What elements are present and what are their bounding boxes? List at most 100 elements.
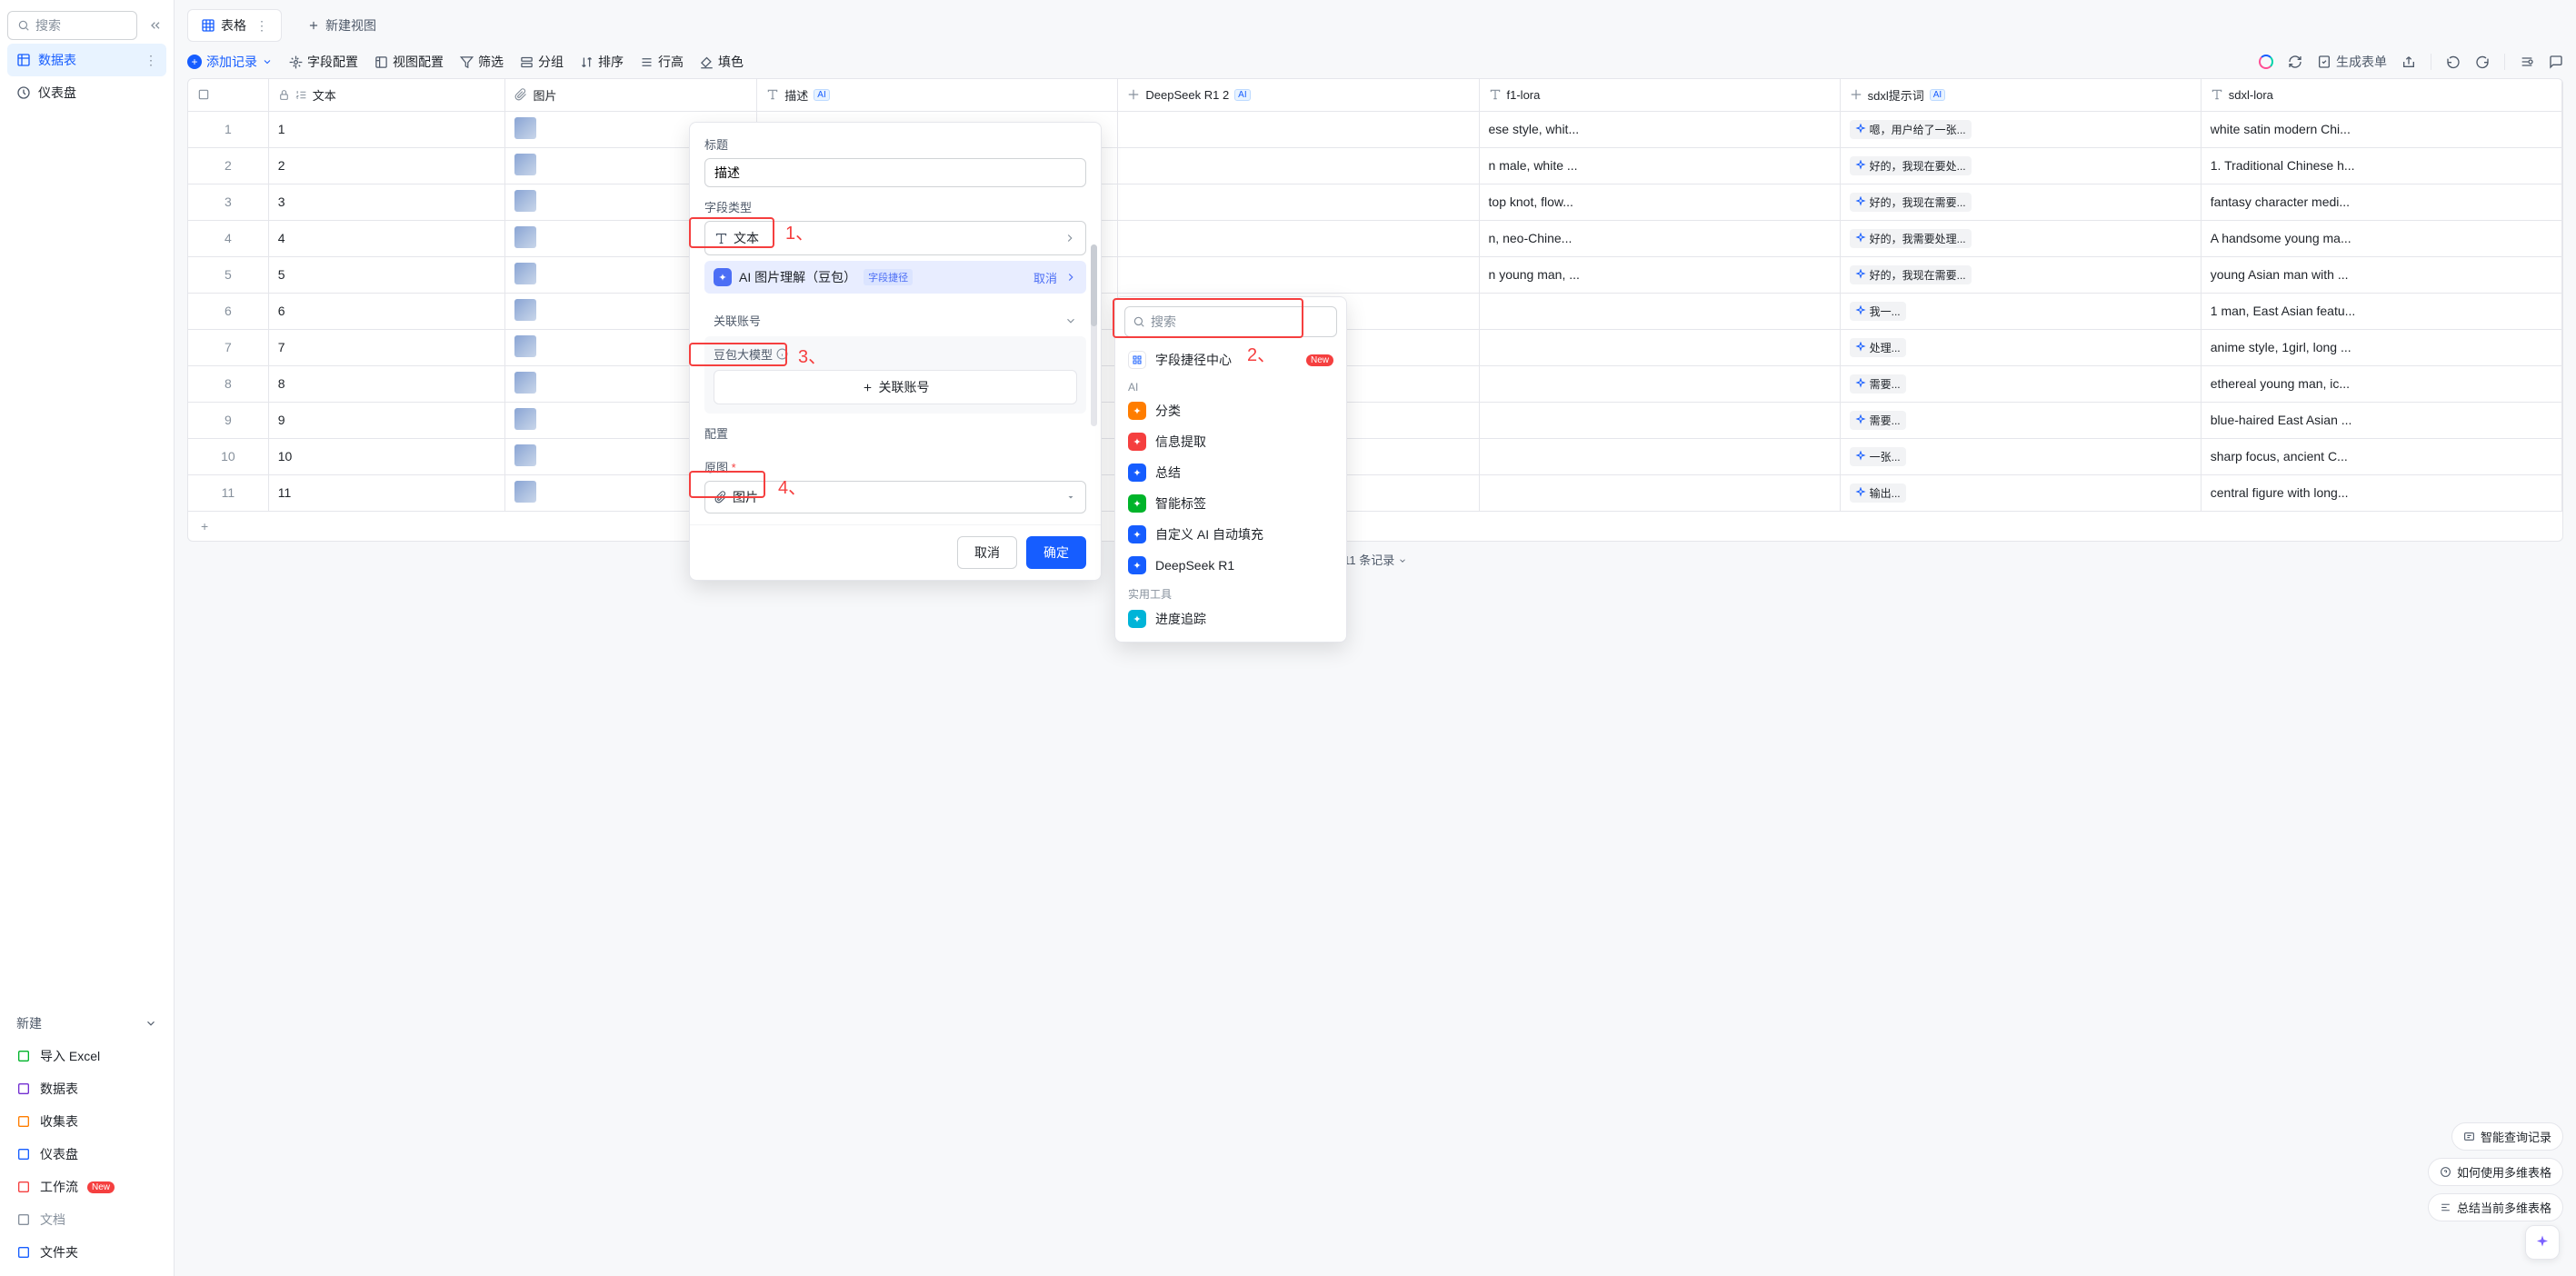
thumbnail[interactable] — [514, 299, 536, 321]
table-row[interactable]: 9 9 需要... blue-haired East Asian ... — [188, 402, 2562, 438]
plus-circle-icon: + — [187, 55, 202, 69]
table-row[interactable]: 7 7 处理... anime style, 1girl, long ... — [188, 329, 2562, 365]
column-description[interactable]: 描述AI — [757, 79, 1118, 111]
scrollbar[interactable] — [1091, 244, 1097, 426]
new-section-header[interactable]: 新建 — [7, 1007, 166, 1040]
table-row[interactable]: 5 5 n young man, ... 好的，我现在需要... young A… — [188, 256, 2562, 293]
table-row[interactable]: 10 10 一张... sharp focus, ancient C... — [188, 438, 2562, 474]
sidebar-search[interactable]: 搜索 — [7, 11, 137, 40]
search-icon — [1133, 315, 1145, 328]
add-row-button[interactable]: + — [188, 512, 2562, 541]
plus-icon — [862, 382, 874, 394]
group-button[interactable]: 分组 — [520, 53, 564, 71]
new-item[interactable]: 收集表 — [7, 1105, 166, 1138]
new-item[interactable]: 文件夹 — [7, 1236, 166, 1269]
redo-icon[interactable] — [2475, 55, 2490, 69]
select-all-checkbox[interactable] — [188, 79, 268, 111]
nav-data-table[interactable]: 数据表 ⋮ — [7, 44, 166, 76]
new-item[interactable]: 文档 — [7, 1203, 166, 1236]
nav-dashboard[interactable]: 仪表盘 — [7, 76, 166, 109]
view-config-button[interactable]: 视图配置 — [374, 53, 444, 71]
title-input[interactable] — [704, 158, 1086, 187]
tab-table[interactable]: 表格 ⋮ — [187, 9, 282, 42]
sort-button[interactable]: 排序 — [580, 53, 624, 71]
thumbnail[interactable] — [514, 117, 536, 139]
share-icon[interactable] — [2401, 55, 2416, 69]
info-icon[interactable] — [776, 348, 788, 360]
table-row[interactable]: 4 4 n, neo-Chine... 好的，我需要处理... A handso… — [188, 220, 2562, 256]
collapse-sidebar-icon[interactable] — [145, 15, 166, 36]
gear-icon — [289, 55, 303, 69]
sparkle-icon — [1127, 88, 1140, 101]
comment-icon[interactable] — [2549, 55, 2563, 69]
column-sdxl-prompt[interactable]: sdxl提示词AI — [1840, 79, 2201, 111]
plus-icon — [307, 19, 320, 32]
shortcut-center-item[interactable]: 字段捷径中心 New — [1115, 344, 1346, 375]
help-chip-howto[interactable]: 如何使用多维表格 — [2428, 1158, 2563, 1186]
table-row[interactable]: 1 1 ese style, whit... 嗯，用户给了一张... white… — [188, 111, 2562, 147]
new-item[interactable]: 数据表 — [7, 1072, 166, 1105]
tab-new-view[interactable]: 新建视图 — [295, 10, 389, 41]
table-row[interactable]: 2 2 n male, white ... 好的，我现在要处... 1. Tra… — [188, 147, 2562, 184]
thumbnail[interactable] — [514, 226, 536, 248]
table-row[interactable]: 11 11 输出... central figure with long... — [188, 474, 2562, 511]
link-account-button[interactable]: 关联账号 — [714, 370, 1077, 404]
ai-fab-button[interactable] — [2525, 1225, 2560, 1260]
popup-item[interactable]: ✦进度追踪 — [1115, 603, 1346, 634]
table-row[interactable]: 6 6 我一... 1 man, East Asian featu... — [188, 293, 2562, 329]
refresh-icon[interactable] — [2288, 55, 2302, 69]
popup-item[interactable]: ✦信息提取 — [1115, 426, 1346, 457]
thumbnail[interactable] — [514, 154, 536, 175]
thumbnail[interactable] — [514, 444, 536, 466]
sparkle-icon — [1850, 88, 1862, 101]
grid-icon — [1128, 351, 1146, 369]
column-sdxl-lora[interactable]: sdxl-lora — [2201, 79, 2561, 111]
ai-shortcut-row[interactable]: ✦ AI 图片理解（豆包） 字段捷径 取消 — [704, 261, 1086, 294]
gen-form-button[interactable]: 生成表单 — [2317, 53, 2387, 71]
popup-item[interactable]: ✦智能标签 — [1115, 488, 1346, 519]
orig-image-select[interactable]: 图片 — [704, 481, 1086, 513]
row-height-button[interactable]: 行高 — [640, 53, 684, 71]
thumbnail[interactable] — [514, 190, 536, 212]
table-row[interactable]: 3 3 top knot, flow... 好的，我现在需要... fantas… — [188, 184, 2562, 220]
help-icon — [2440, 1166, 2451, 1178]
column-deepseek[interactable]: DeepSeek R1 2AI — [1118, 79, 1479, 111]
brand-icon[interactable] — [2259, 55, 2273, 69]
fill-color-button[interactable]: 填色 — [700, 53, 744, 71]
column-f1-lora[interactable]: f1-lora — [1479, 79, 1840, 111]
find-icon[interactable] — [2520, 55, 2534, 69]
popup-search-input[interactable]: 搜索 — [1124, 306, 1337, 337]
column-text[interactable]: 文本 — [268, 79, 505, 111]
new-item[interactable]: 工作流New — [7, 1171, 166, 1203]
popup-item[interactable]: ✦自定义 AI 自动填充 — [1115, 519, 1346, 550]
account-section-toggle[interactable]: 关联账号 — [704, 304, 1086, 336]
help-chip-summary[interactable]: 总结当前多维表格 — [2428, 1193, 2563, 1221]
record-count: 11 条记录 — [175, 547, 2576, 575]
paint-icon — [700, 55, 714, 69]
popup-item[interactable]: ✦总结 — [1115, 457, 1346, 488]
main-area: 表格 ⋮ 新建视图 + 添加记录 字段配置 视图配置 — [175, 0, 2576, 1276]
undo-icon[interactable] — [2446, 55, 2461, 69]
popup-item[interactable]: ✦分类 — [1115, 395, 1346, 426]
tab-more-icon[interactable]: ⋮ — [255, 18, 268, 34]
ai-shortcut-cancel[interactable]: 取消 — [1033, 269, 1057, 286]
thumbnail[interactable] — [514, 263, 536, 284]
confirm-button[interactable]: 确定 — [1026, 536, 1086, 569]
thumbnail[interactable] — [514, 335, 536, 357]
table-row[interactable]: 8 8 需要... ethereal young man, ic... — [188, 365, 2562, 402]
field-config-button[interactable]: 字段配置 — [289, 53, 358, 71]
layout-icon — [374, 55, 388, 69]
field-type-select[interactable]: 文本 — [704, 221, 1086, 255]
popup-item[interactable]: ✦DeepSeek R1 — [1115, 550, 1346, 581]
more-icon[interactable]: ⋮ — [145, 53, 157, 68]
new-item[interactable]: 导入 Excel — [7, 1040, 166, 1072]
column-image[interactable]: 图片 — [505, 79, 757, 111]
add-record-button[interactable]: + 添加记录 — [187, 53, 273, 71]
filter-button[interactable]: 筛选 — [460, 53, 504, 71]
thumbnail[interactable] — [514, 408, 536, 430]
new-item[interactable]: 仪表盘 — [7, 1138, 166, 1171]
help-chip-query[interactable]: 智能查询记录 — [2451, 1122, 2563, 1151]
cancel-button[interactable]: 取消 — [957, 536, 1017, 569]
thumbnail[interactable] — [514, 372, 536, 394]
thumbnail[interactable] — [514, 481, 536, 503]
